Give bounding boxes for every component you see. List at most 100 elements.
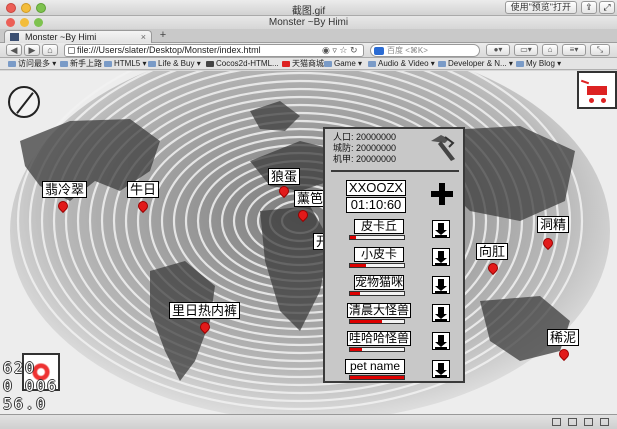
open-with-preview-button[interactable]: 使用"预览"打开 (504, 1, 577, 14)
debug-line-2: 0 006 (3, 377, 59, 395)
pet-name: 清晨大怪兽 (347, 303, 411, 318)
compass-icon[interactable] (8, 86, 40, 118)
window-icon[interactable] (552, 418, 561, 426)
bookmark-item[interactable]: Cocos2d-HTML... (206, 58, 279, 70)
new-tab-button[interactable]: + (156, 30, 170, 42)
folder-icon (148, 61, 156, 67)
pet-name: 小皮卡 (354, 247, 404, 262)
back-icon[interactable]: ◀ (6, 44, 22, 56)
pet-health-bar (349, 375, 405, 380)
folder-icon (60, 61, 68, 67)
forward-icon[interactable]: ▶ (24, 44, 40, 56)
dropdown-icon[interactable]: ▿ (332, 45, 337, 55)
page-icon (68, 47, 75, 54)
reload-icon[interactable]: ↻ (350, 45, 358, 55)
game-canvas[interactable]: 翡冷翠 牛日 狼蛋 薰笆 开 洞精 向肛 里日热内裤 稀泥 人口: 200000… (0, 71, 617, 414)
city-label: 向肛 (476, 243, 509, 260)
city-stats-panel: 人口: 20000000 城防: 20000000 机甲: 20000000 X… (323, 127, 465, 383)
player-name: XXOOZX (346, 180, 406, 196)
star-icon[interactable]: ☆ (339, 45, 347, 55)
search-input[interactable]: 百度 <⌘K> (370, 44, 480, 57)
world-map (0, 71, 617, 414)
url-input[interactable]: file:///Users/slater/Desktop/Monster/ind… (64, 44, 364, 57)
deploy-icon[interactable] (432, 220, 450, 238)
share-icon[interactable]: ⇪ (581, 1, 597, 14)
menu-icon[interactable]: ≡▾ (562, 44, 586, 56)
tab-monster[interactable]: Monster ~By Himi × (4, 30, 152, 43)
city-label: 稀泥 (547, 329, 580, 346)
city-label: 薰笆 (294, 190, 327, 207)
pet-row[interactable]: 宠物猫咪 (325, 275, 463, 299)
pin-icon[interactable] (584, 418, 593, 426)
shop-cart-button[interactable] (577, 71, 617, 109)
countdown-timer: 01:10:60 (346, 197, 406, 213)
url-tools: ◉ ▿ ☆ ↻ (322, 45, 358, 56)
hammer-icon[interactable] (427, 133, 459, 163)
pet-name: 宠物猫咪 (354, 275, 404, 290)
bookmark-item[interactable]: Game ▾ (324, 58, 362, 70)
panel-divider (331, 170, 459, 172)
pet-row[interactable]: 哇哈哈怪兽 (325, 331, 463, 355)
pet-row[interactable]: pet name (325, 359, 463, 383)
deploy-icon[interactable] (432, 332, 450, 350)
pet-health-bar (349, 347, 405, 352)
pet-row[interactable]: 小皮卡 (325, 247, 463, 271)
tab-strip: Monster ~By Himi × + (0, 29, 617, 43)
tools-icon[interactable] (600, 418, 609, 426)
folder-icon (516, 61, 524, 67)
city-label: 狼蛋 (268, 168, 301, 185)
pet-health-bar (349, 263, 405, 268)
bookmark-item[interactable]: HTML5 ▾ (104, 58, 146, 70)
resize-icon[interactable]: ⤡ (590, 44, 610, 56)
folder-icon (324, 61, 332, 67)
add-icon[interactable] (431, 183, 453, 205)
deploy-icon[interactable] (432, 360, 450, 378)
defense-stat: 城防: 20000000 (333, 143, 397, 153)
bookmarks-bar: 访问最多 ▾ 新手上路 HTML5 ▾ Life & Buy ▾ Cocos2d… (0, 58, 617, 70)
bookmark-item[interactable]: Developer & N... ▾ (438, 58, 513, 70)
url-text: file:///Users/slater/Desktop/Monster/ind… (77, 45, 261, 55)
folder-icon (438, 61, 446, 67)
fullscreen-icon[interactable]: ⤢ (599, 1, 615, 14)
pet-name: 哇哈哈怪兽 (347, 331, 411, 346)
pet-health-bar (349, 319, 405, 324)
search-engine-icon (374, 47, 384, 55)
search-placeholder: 百度 <⌘K> (387, 46, 428, 55)
bookmark-item[interactable]: 访问最多 ▾ (8, 58, 56, 70)
addon-icon[interactable]: ●▾ (486, 44, 510, 56)
armor-stat: 机甲: 20000000 (333, 154, 397, 164)
preview-titlebar: 截图.gif 使用"预览"打开 ⇪ ⤢ (0, 0, 617, 17)
city-label: 翡冷翠 (42, 181, 88, 198)
bookmark-item[interactable]: My Blog ▾ (516, 58, 561, 70)
city-label: 牛日 (127, 181, 160, 198)
debug-line-1: 620 (3, 359, 37, 377)
home-page-icon[interactable]: ⌂ (542, 44, 558, 56)
tab-close-icon[interactable]: × (141, 31, 146, 43)
deploy-icon[interactable] (432, 248, 450, 266)
favicon-icon (10, 33, 19, 41)
history-icon[interactable]: ◉ (322, 45, 330, 55)
pet-row[interactable]: 皮卡丘 (325, 219, 463, 243)
bookmark-item[interactable]: 天猫商城 (282, 58, 324, 70)
cart-icon (587, 86, 607, 95)
download-icon[interactable] (568, 418, 577, 426)
navigation-toolbar: ◀ ▶ ⌂ file:///Users/slater/Desktop/Monst… (0, 43, 617, 58)
tab-label: Monster ~By Himi (25, 32, 97, 42)
debug-line-3: 56.0 (3, 395, 48, 413)
folder-icon (8, 61, 16, 67)
pet-row[interactable]: 清晨大怪兽 (325, 303, 463, 327)
city-label: 洞精 (537, 216, 570, 233)
pet-health-bar (349, 235, 405, 240)
bookmark-item[interactable]: 新手上路 (60, 58, 102, 70)
screen-icon[interactable]: ▭▾ (514, 44, 538, 56)
bookmark-item[interactable]: Life & Buy ▾ (148, 58, 201, 70)
city-label: 里日热内裤 (169, 302, 241, 319)
pet-name: pet name (345, 359, 405, 374)
cocos-icon (206, 61, 214, 67)
deploy-icon[interactable] (432, 276, 450, 294)
folder-icon (104, 61, 112, 67)
deploy-icon[interactable] (432, 304, 450, 322)
bookmark-item[interactable]: Audio & Video ▾ (368, 58, 435, 70)
browser-status-bar (0, 414, 617, 429)
home-icon[interactable]: ⌂ (42, 44, 58, 56)
